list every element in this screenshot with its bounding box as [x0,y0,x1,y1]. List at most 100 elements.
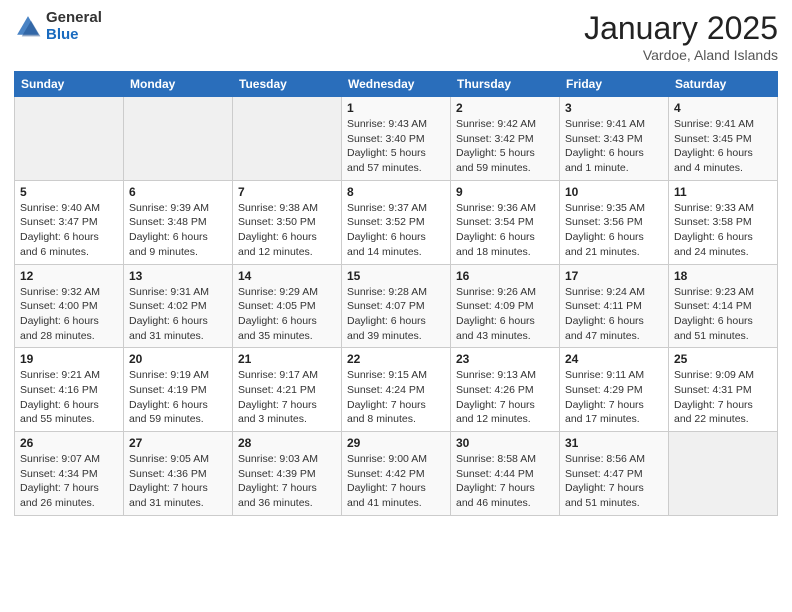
dow-header: Tuesday [233,72,342,97]
day-info: Sunrise: 9:41 AM Sunset: 3:45 PM Dayligh… [674,117,772,176]
calendar-cell: 7Sunrise: 9:38 AM Sunset: 3:50 PM Daylig… [233,180,342,264]
day-number: 15 [347,269,445,283]
day-number: 28 [238,436,336,450]
logo-icon [14,13,42,41]
day-info: Sunrise: 9:13 AM Sunset: 4:26 PM Dayligh… [456,368,554,427]
calendar-cell: 27 Sunrise: 9:05 AM Sunset: 4:36 PM Dayli… [124,432,233,516]
logo-text: General Blue [46,10,102,43]
calendar-cell: 6Sunrise: 9:39 AM Sunset: 3:48 PM Daylig… [124,180,233,264]
day-info: Sunrise: 9:00 AM Sunset: 4:42 PM Dayligh… [347,452,445,511]
day-number: 1 [347,101,445,115]
calendar-cell: 24 Sunrise: 9:11 AM Sunset: 4:29 PM Dayli… [560,348,669,432]
calendar-cell: 5Sunrise: 9:40 AM Sunset: 3:47 PM Daylig… [15,180,124,264]
day-number: 11 [674,185,772,199]
day-number: 4 [674,101,772,115]
day-number: 2 [456,101,554,115]
day-number: 3 [565,101,663,115]
calendar-cell: 2 Sunrise: 9:42 AM Sunset: 3:42 PM Daylig… [451,97,560,181]
day-number: 19 [20,352,118,366]
calendar-cell: 13Sunrise: 9:31 AM Sunset: 4:02 PM Dayli… [124,264,233,348]
location: Vardoe, Aland Islands [584,47,778,63]
day-info: Sunrise: 9:33 AM Sunset: 3:58 PM Dayligh… [674,201,772,260]
day-info: Sunrise: 9:39 AM Sunset: 3:48 PM Dayligh… [129,201,227,260]
day-info: Sunrise: 9:26 AM Sunset: 4:09 PM Dayligh… [456,285,554,344]
dow-header: Thursday [451,72,560,97]
day-info: Sunrise: 9:28 AM Sunset: 4:07 PM Dayligh… [347,285,445,344]
day-number: 13 [129,269,227,283]
day-info: Sunrise: 9:41 AM Sunset: 3:43 PM Dayligh… [565,117,663,176]
day-number: 18 [674,269,772,283]
day-number: 12 [20,269,118,283]
dow-header: Sunday [15,72,124,97]
calendar-cell: 14 Sunrise: 9:29 AM Sunset: 4:05 PM Dayli… [233,264,342,348]
calendar-cell: 21 Sunrise: 9:17 AM Sunset: 4:21 PM Dayli… [233,348,342,432]
calendar-cell: 10 Sunrise: 9:35 AM Sunset: 3:56 PM Dayli… [560,180,669,264]
calendar-cell [233,97,342,181]
calendar-cell: 1 Sunrise: 9:43 AM Sunset: 3:40 PM Daylig… [342,97,451,181]
calendar-week-row: 19Sunrise: 9:21 AM Sunset: 4:16 PM Dayli… [15,348,778,432]
calendar-cell: 23Sunrise: 9:13 AM Sunset: 4:26 PM Dayli… [451,348,560,432]
dow-header: Monday [124,72,233,97]
calendar-cell: 20 Sunrise: 9:19 AM Sunset: 4:19 PM Dayli… [124,348,233,432]
day-number: 30 [456,436,554,450]
calendar-cell: 29Sunrise: 9:00 AM Sunset: 4:42 PM Dayli… [342,432,451,516]
day-number: 14 [238,269,336,283]
calendar-cell: 18 Sunrise: 9:23 AM Sunset: 4:14 PM Dayli… [669,264,778,348]
calendar-cell: 28 Sunrise: 9:03 AM Sunset: 4:39 PM Dayli… [233,432,342,516]
day-info: Sunrise: 9:05 AM Sunset: 4:36 PM Dayligh… [129,452,227,511]
day-number: 27 [129,436,227,450]
day-number: 5 [20,185,118,199]
day-info: Sunrise: 9:32 AM Sunset: 4:00 PM Dayligh… [20,285,118,344]
day-info: Sunrise: 9:24 AM Sunset: 4:11 PM Dayligh… [565,285,663,344]
title-block: January 2025 Vardoe, Aland Islands [584,10,778,63]
calendar-cell: 31 Sunrise: 8:56 AM Sunset: 4:47 PM Dayli… [560,432,669,516]
calendar-week-row: 1 Sunrise: 9:43 AM Sunset: 3:40 PM Daylig… [15,97,778,181]
calendar-week-row: 5Sunrise: 9:40 AM Sunset: 3:47 PM Daylig… [15,180,778,264]
day-info: Sunrise: 9:37 AM Sunset: 3:52 PM Dayligh… [347,201,445,260]
day-info: Sunrise: 9:35 AM Sunset: 3:56 PM Dayligh… [565,201,663,260]
calendar-cell: 11 Sunrise: 9:33 AM Sunset: 3:58 PM Dayli… [669,180,778,264]
day-info: Sunrise: 9:19 AM Sunset: 4:19 PM Dayligh… [129,368,227,427]
day-number: 22 [347,352,445,366]
day-info: Sunrise: 9:09 AM Sunset: 4:31 PM Dayligh… [674,368,772,427]
logo-general: General [46,10,102,27]
day-info: Sunrise: 9:36 AM Sunset: 3:54 PM Dayligh… [456,201,554,260]
day-info: Sunrise: 9:03 AM Sunset: 4:39 PM Dayligh… [238,452,336,511]
calendar-cell: 8Sunrise: 9:37 AM Sunset: 3:52 PM Daylig… [342,180,451,264]
logo: General Blue [14,10,102,43]
day-number: 21 [238,352,336,366]
dow-header: Friday [560,72,669,97]
day-info: Sunrise: 9:11 AM Sunset: 4:29 PM Dayligh… [565,368,663,427]
day-number: 31 [565,436,663,450]
day-info: Sunrise: 9:23 AM Sunset: 4:14 PM Dayligh… [674,285,772,344]
calendar-cell: 15 Sunrise: 9:28 AM Sunset: 4:07 PM Dayli… [342,264,451,348]
calendar: SundayMondayTuesdayWednesdayThursdayFrid… [14,71,778,516]
day-number: 25 [674,352,772,366]
day-info: Sunrise: 9:43 AM Sunset: 3:40 PM Dayligh… [347,117,445,176]
calendar-cell [15,97,124,181]
calendar-cell: 3 Sunrise: 9:41 AM Sunset: 3:43 PM Daylig… [560,97,669,181]
dow-header: Wednesday [342,72,451,97]
calendar-cell: 25 Sunrise: 9:09 AM Sunset: 4:31 PM Dayli… [669,348,778,432]
days-of-week-row: SundayMondayTuesdayWednesdayThursdayFrid… [15,72,778,97]
day-number: 9 [456,185,554,199]
day-number: 26 [20,436,118,450]
day-info: Sunrise: 9:17 AM Sunset: 4:21 PM Dayligh… [238,368,336,427]
calendar-cell: 4 Sunrise: 9:41 AM Sunset: 3:45 PM Daylig… [669,97,778,181]
day-number: 10 [565,185,663,199]
month-title: January 2025 [584,10,778,47]
day-info: Sunrise: 8:56 AM Sunset: 4:47 PM Dayligh… [565,452,663,511]
calendar-week-row: 12 Sunrise: 9:32 AM Sunset: 4:00 PM Dayli… [15,264,778,348]
calendar-body: 1 Sunrise: 9:43 AM Sunset: 3:40 PM Daylig… [15,97,778,516]
calendar-cell: 30Sunrise: 8:58 AM Sunset: 4:44 PM Dayli… [451,432,560,516]
day-number: 20 [129,352,227,366]
day-info: Sunrise: 9:29 AM Sunset: 4:05 PM Dayligh… [238,285,336,344]
dow-header: Saturday [669,72,778,97]
day-info: Sunrise: 9:42 AM Sunset: 3:42 PM Dayligh… [456,117,554,176]
day-number: 7 [238,185,336,199]
day-number: 24 [565,352,663,366]
page: General Blue January 2025 Vardoe, Aland … [0,0,792,612]
calendar-cell: 17Sunrise: 9:24 AM Sunset: 4:11 PM Dayli… [560,264,669,348]
calendar-week-row: 26Sunrise: 9:07 AM Sunset: 4:34 PM Dayli… [15,432,778,516]
calendar-cell: 16Sunrise: 9:26 AM Sunset: 4:09 PM Dayli… [451,264,560,348]
